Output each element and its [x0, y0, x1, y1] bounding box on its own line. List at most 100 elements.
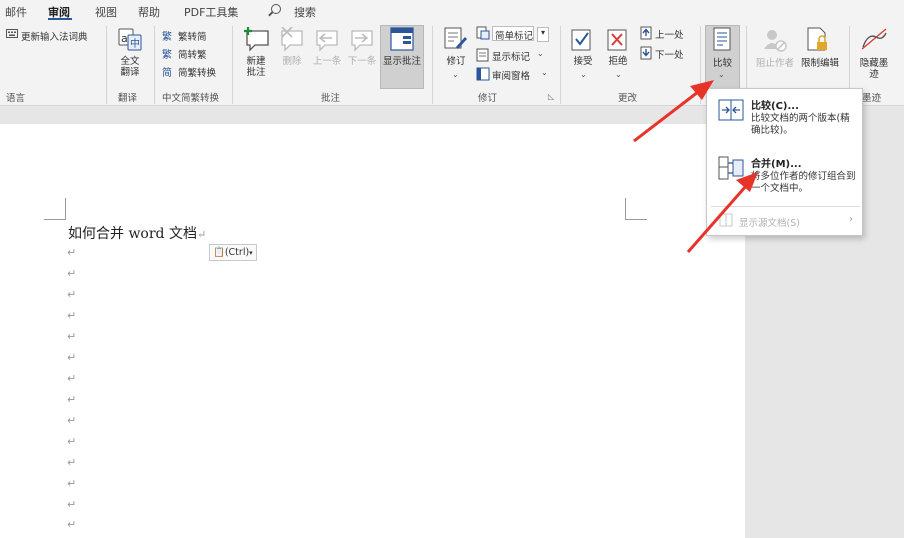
show-comments-button[interactable]: 显示批注 [381, 56, 423, 67]
accept-button[interactable]: 接受 [570, 56, 596, 67]
markup-select[interactable]: 简单标记 [492, 26, 534, 42]
paragraph-mark: ↵ [67, 435, 77, 448]
full-text-translate-button[interactable]: 全文 翻译 [116, 56, 144, 78]
chevron-down-icon[interactable]: ⌄ [580, 70, 587, 79]
show-comments-icon [390, 27, 414, 51]
new-comment-button[interactable]: 新建 批注 [241, 56, 271, 78]
tab-search[interactable]: 搜索 [294, 4, 316, 20]
chevron-down-icon[interactable]: ⌄ [452, 70, 459, 79]
document-page[interactable] [0, 124, 745, 538]
simp-to-trad-button[interactable]: 简转繁 [178, 47, 207, 61]
paragraph-mark: ↵ [196, 228, 207, 241]
tab-pdf-tools[interactable]: PDF工具集 [184, 4, 238, 20]
group-label-translate: 翻译 [118, 93, 138, 104]
delete-comment-icon [281, 27, 303, 52]
hide-ink-button[interactable]: 隐藏墨 迹 [854, 58, 894, 80]
clipboard-icon: 📋 [213, 247, 225, 258]
new-comment-icon [244, 27, 269, 52]
compare-menu-title: 比较(C)... [751, 101, 799, 112]
document-text-title[interactable]: 如何合并 word 文档↵ [68, 223, 206, 243]
svg-text:中: 中 [130, 37, 140, 50]
restrict-editing-icon [807, 27, 827, 51]
paragraph-mark: ↵ [67, 414, 77, 427]
paragraph-mark: ↵ [67, 351, 77, 364]
track-changes-icon [444, 27, 467, 49]
reject-icon [607, 29, 627, 51]
crop-mark-left [44, 198, 66, 220]
chevron-down-icon[interactable]: ⌄ [541, 68, 548, 77]
group-label-ink: 墨迹 [862, 93, 882, 104]
next-change-icon [640, 46, 652, 60]
paragraph-mark: ↵ [67, 456, 77, 469]
paragraph-mark: ↵ [67, 288, 77, 301]
next-comment-button[interactable]: 下一条 [346, 56, 378, 67]
paragraph-mark: ↵ [67, 518, 77, 531]
reject-button[interactable]: 拒绝 [605, 56, 631, 67]
group-divider [106, 26, 107, 104]
tab-mailings[interactable]: 邮件 [5, 4, 27, 20]
show-markup-icon [476, 48, 489, 62]
hide-ink-icon [861, 28, 887, 50]
track-changes-button[interactable]: 修订 [444, 56, 468, 67]
delete-comment-button[interactable]: 删除 [280, 56, 304, 67]
next-change-button[interactable]: 下一处 [655, 47, 684, 61]
paragraph-mark: ↵ [67, 267, 77, 280]
menu-item-show-source[interactable]: 显示源文档(S) [739, 215, 800, 229]
crop-mark-right [625, 198, 647, 220]
compare-icon [713, 27, 731, 51]
markup-select-chevron-icon[interactable]: ▾ [537, 27, 549, 42]
compare-button[interactable]: 比较 [707, 58, 738, 69]
group-label-comments: 批注 [321, 93, 341, 104]
next-comment-icon [351, 30, 373, 52]
reviewing-pane-button[interactable]: 审阅窗格 [492, 68, 530, 82]
previous-comment-icon [316, 30, 338, 52]
group-label-changes: 更改 [618, 93, 638, 104]
group-divider [560, 26, 561, 104]
simp-trad-conversion-button[interactable]: 简繁转换 [178, 65, 216, 79]
chevron-down-icon[interactable]: ⌄ [537, 49, 544, 58]
chevron-down-icon[interactable]: ⌄ [718, 70, 725, 79]
accept-icon [571, 29, 591, 51]
tab-help[interactable]: 帮助 [138, 4, 160, 20]
paste-options-label: (Ctrl) [224, 247, 250, 258]
group-divider [700, 26, 701, 104]
group-divider [154, 26, 155, 104]
trad-to-simp-button[interactable]: 繁转简 [178, 29, 207, 43]
menu-item-combine[interactable]: 合并(M)... 将多位作者的修订组合到一个文档中。 [707, 149, 862, 201]
paragraph-mark: ↵ [67, 330, 77, 343]
show-markup-button[interactable]: 显示标记 [492, 49, 530, 63]
tab-view[interactable]: 视图 [95, 4, 117, 20]
paragraph-mark: ↵ [67, 498, 77, 511]
document-title-text: 如何合并 word 文档 [68, 226, 197, 242]
previous-comment-button[interactable]: 上一条 [311, 56, 343, 67]
trad-to-simp-icon: 繁 [162, 32, 172, 43]
update-ime-dictionary-button[interactable]: 更新输入法词典 [21, 29, 88, 43]
reviewing-pane-icon [476, 67, 490, 81]
active-tab-indicator [48, 18, 72, 20]
conversion-icon: 简 [162, 68, 172, 79]
restrict-editing-button[interactable]: 限制编辑 [798, 58, 842, 69]
ribbon-tab-bar: 邮件 审阅 视图 帮助 PDF工具集 搜索 [0, 0, 904, 22]
markup-select-value: 简单标记 [495, 31, 534, 42]
combine-menu-title: 合并(M)... [751, 159, 802, 170]
block-authors-icon [764, 30, 787, 52]
previous-change-button[interactable]: 上一处 [655, 27, 684, 41]
search-icon[interactable] [271, 4, 281, 14]
ime-dictionary-icon [6, 29, 18, 38]
chevron-right-icon: › [849, 214, 853, 225]
svg-text:a: a [121, 32, 128, 45]
chevron-down-icon[interactable]: ⌄ [615, 70, 622, 79]
group-label-tracking: 修订 [478, 93, 498, 104]
show-source-icon [719, 213, 733, 227]
paste-options-button[interactable]: 📋(Ctrl)▾ [209, 244, 257, 261]
paragraph-mark: ↵ [67, 477, 77, 490]
menu-divider [711, 206, 860, 207]
chevron-down-icon: ▾ [249, 249, 253, 257]
paragraph-mark: ↵ [67, 246, 77, 259]
group-divider [232, 26, 233, 104]
compare-documents-icon [718, 99, 744, 121]
menu-item-compare[interactable]: 比较(C)... 比较文档的两个版本(精确比较)。 [707, 93, 862, 145]
dialog-launcher-icon[interactable]: ◺ [548, 92, 554, 101]
paragraph-mark: ↵ [67, 393, 77, 406]
block-authors-button[interactable]: 阻止作者 [754, 58, 796, 69]
